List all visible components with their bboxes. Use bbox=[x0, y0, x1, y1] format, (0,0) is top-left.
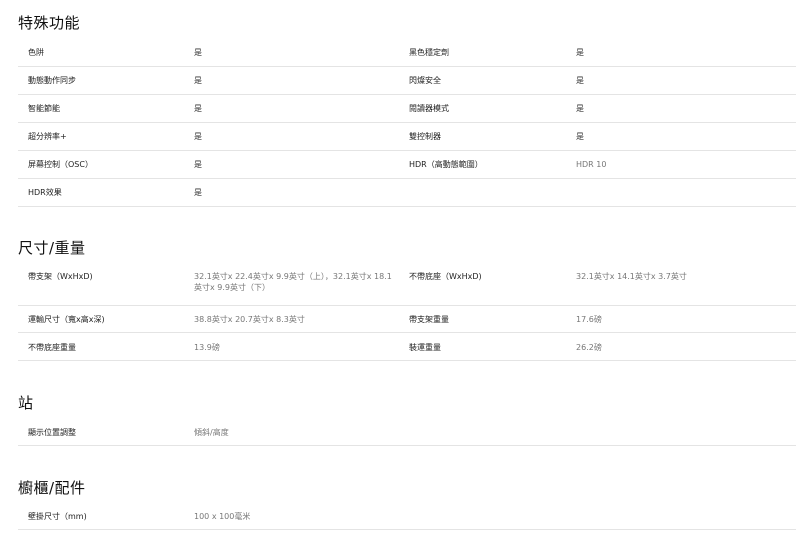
spec-label: 雙控制器 bbox=[409, 132, 441, 141]
spec-row: 帶支架（WxHxD) 32.1英寸x 22.4英寸x 9.9英寸（上），32.1… bbox=[18, 271, 796, 306]
spec-label: 閱讀器模式 bbox=[409, 104, 449, 113]
spec-label: 閃燦安全 bbox=[409, 76, 441, 85]
spec-value: 26.2磅 bbox=[576, 343, 602, 352]
spec-value: 是 bbox=[576, 76, 584, 85]
spec-row: 顯示位置調整 傾斜/高度 bbox=[18, 427, 796, 446]
spec-label: 運輸尺寸（寬x高x深) bbox=[28, 315, 105, 324]
spec-label: 不帶底座（WxHxD) bbox=[409, 272, 482, 281]
spec-label: HDR效果 bbox=[28, 188, 62, 197]
spec-value: 是 bbox=[576, 132, 584, 141]
spec-row: 智能節能 是 閱讀器模式 是 bbox=[18, 103, 796, 123]
spec-row: 動態動作同步 是 閃燦安全 是 bbox=[18, 75, 796, 95]
spec-row: 超分辨率+ 是 雙控制器 是 bbox=[18, 131, 796, 151]
spec-value: 是 bbox=[194, 160, 202, 169]
section-title-special-features: 特殊功能 bbox=[18, 14, 81, 32]
spec-value: 是 bbox=[576, 104, 584, 113]
spec-label: 帶支架（WxHxD) bbox=[28, 272, 93, 281]
spec-label: 不帶底座重量 bbox=[28, 343, 76, 352]
spec-label: 超分辨率+ bbox=[28, 132, 67, 141]
spec-value: 傾斜/高度 bbox=[194, 428, 229, 437]
section-title-dimensions-weight: 尺寸/重量 bbox=[18, 239, 86, 257]
spec-label: 屏幕控制（OSC） bbox=[28, 160, 93, 169]
spec-value: 是 bbox=[576, 48, 584, 57]
spec-label: 帶支架重量 bbox=[409, 315, 449, 324]
spec-value: 是 bbox=[194, 188, 202, 197]
spec-row: HDR效果 是 bbox=[18, 187, 796, 207]
spec-row: 屏幕控制（OSC） 是 HDR（高動態範圍） HDR 10 bbox=[18, 159, 796, 179]
spec-label: 色阱 bbox=[28, 48, 44, 57]
spec-label: 智能節能 bbox=[28, 104, 60, 113]
spec-value: 32.1英寸x 14.1英寸x 3.7英寸 bbox=[576, 272, 687, 281]
spec-value: 32.1英寸x 22.4英寸x 9.9英寸（上），32.1英寸x 18.1英寸x… bbox=[194, 272, 392, 292]
spec-value: 100 x 100毫米 bbox=[194, 512, 251, 521]
spec-value: 是 bbox=[194, 48, 202, 57]
spec-row: 色阱 是 黑色穩定劑 是 bbox=[18, 47, 796, 67]
spec-label: HDR（高動態範圍） bbox=[409, 160, 483, 169]
spec-label: 動態動作同步 bbox=[28, 76, 76, 85]
spec-value: 17.6磅 bbox=[576, 315, 602, 324]
spec-value: HDR 10 bbox=[576, 160, 607, 169]
spec-label: 顯示位置調整 bbox=[28, 428, 76, 437]
spec-row: 不帶底座重量 13.9磅 裝運重量 26.2磅 bbox=[18, 342, 796, 361]
spec-row: 運輸尺寸（寬x高x深) 38.8英寸x 20.7英寸x 8.3英寸 帶支架重量 … bbox=[18, 314, 796, 333]
spec-value: 是 bbox=[194, 132, 202, 141]
spec-label: 裝運重量 bbox=[409, 343, 441, 352]
section-title-cabinet-accessories: 櫥櫃/配件 bbox=[18, 479, 86, 497]
spec-value: 是 bbox=[194, 76, 202, 85]
spec-value: 是 bbox=[194, 104, 202, 113]
spec-row: 壁掛尺寸（mm) 100 x 100毫米 bbox=[18, 511, 796, 530]
spec-label: 壁掛尺寸（mm) bbox=[28, 512, 87, 521]
spec-value: 38.8英寸x 20.7英寸x 8.3英寸 bbox=[194, 315, 305, 324]
spec-value: 13.9磅 bbox=[194, 343, 220, 352]
spec-label: 黑色穩定劑 bbox=[409, 48, 449, 57]
section-title-stand: 站 bbox=[18, 394, 34, 412]
